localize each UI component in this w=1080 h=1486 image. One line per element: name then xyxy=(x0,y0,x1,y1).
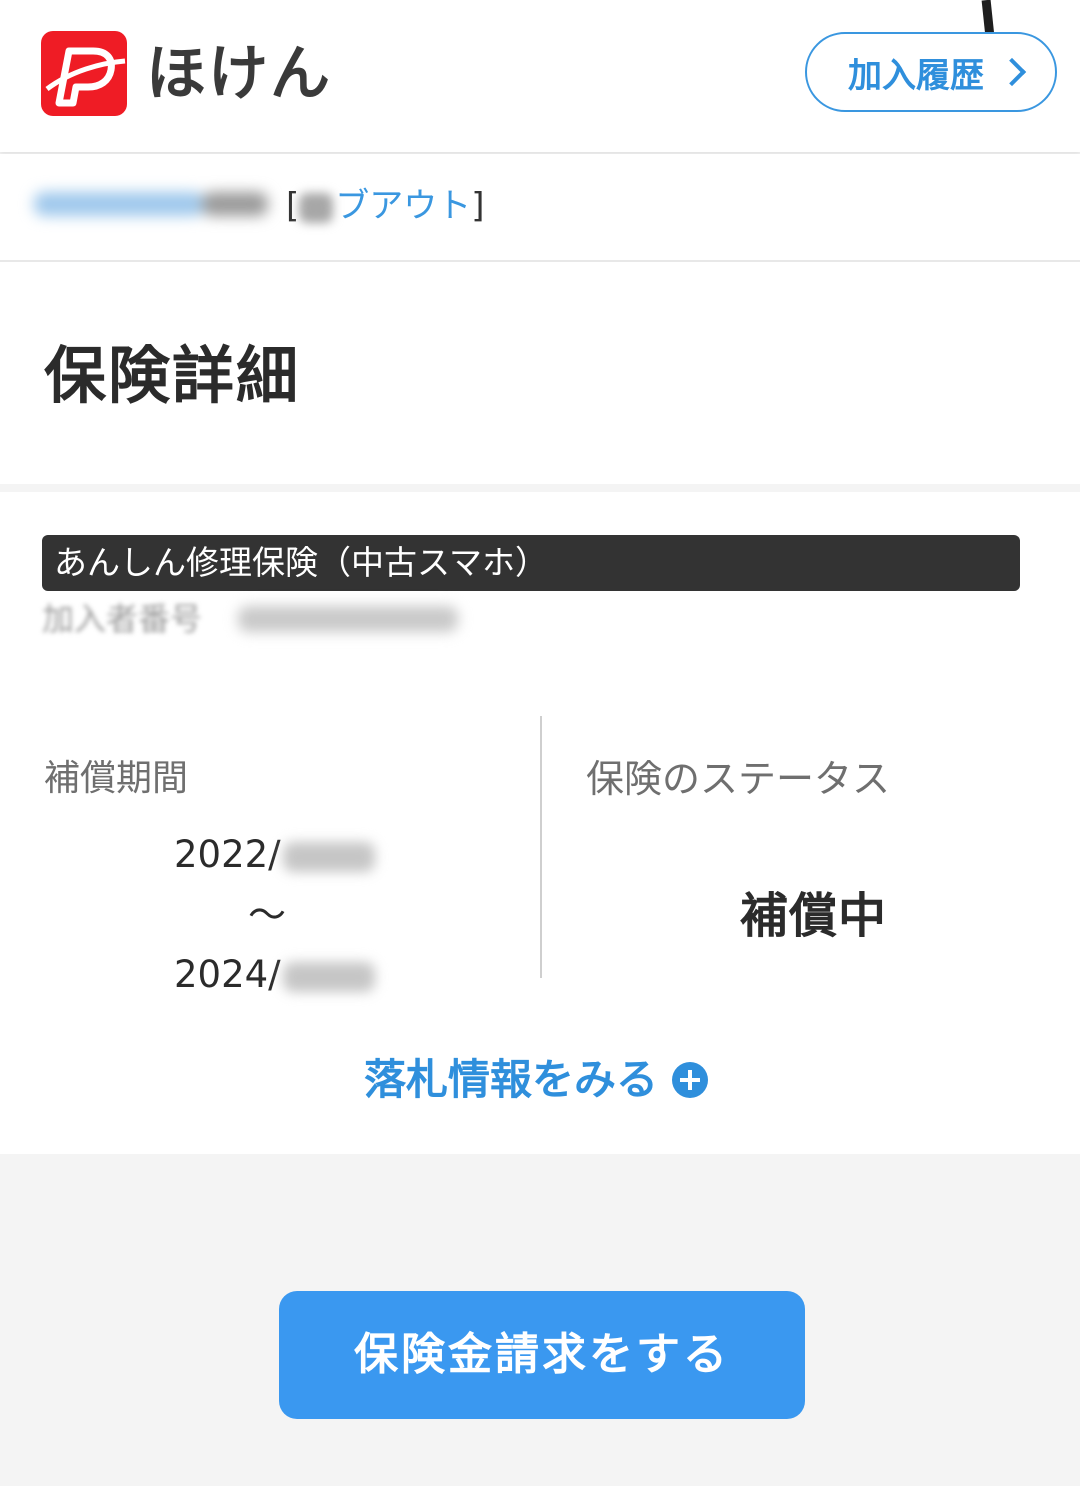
coverage-start-text: 2022/ xyxy=(174,833,281,876)
plus-circle-icon xyxy=(672,1062,709,1098)
claim-insurance-button[interactable]: 保険金請求をする xyxy=(279,1291,805,1419)
enrollment-history-label: 加入履歴 xyxy=(848,55,984,96)
redacted-text xyxy=(299,192,334,223)
plan-name-bar: あんしん修理保険（中古スマホ） xyxy=(42,535,1020,591)
app-logo-text: ほけん xyxy=(146,39,332,109)
chevron-right-icon xyxy=(997,57,1027,87)
policy-detail-card: あんしん修理保険（中古スマホ） 加入者番号 補償期間 2022/ 〜 2024/… xyxy=(0,492,1080,1154)
redacted-date xyxy=(282,841,375,872)
title-section: 保険詳細 xyxy=(0,262,1080,484)
coverage-period-label: 補償期間 xyxy=(44,758,189,799)
logout-bracket-close: ] xyxy=(471,186,485,226)
view-auction-info-link[interactable]: 落札情報をみる xyxy=(364,1052,709,1108)
member-number-label: 加入者番号 xyxy=(42,600,203,638)
coverage-period-separator: 〜 xyxy=(248,893,287,937)
page-title: 保険詳細 xyxy=(44,339,301,412)
member-number-row: 加入者番号 xyxy=(42,594,502,644)
user-account-redacted xyxy=(34,186,270,226)
coverage-end-date: 2024/ xyxy=(174,950,375,1000)
app-header: ほけん 加入履歴 xyxy=(0,0,1080,152)
view-auction-info-label: 落札情報をみる xyxy=(364,1055,659,1104)
logout-bracket-open: [ xyxy=(286,186,300,226)
logout-label: ブアウト xyxy=(335,186,472,226)
policy-status-value: 補償中 xyxy=(740,888,888,944)
coverage-end-text: 2024/ xyxy=(174,953,281,996)
redacted-date xyxy=(282,961,375,992)
column-divider xyxy=(540,716,542,978)
account-row: [ ブアウト] xyxy=(0,154,1080,262)
enrollment-history-button[interactable]: 加入履歴 xyxy=(805,32,1057,112)
policy-status-label: 保険のステータス xyxy=(586,757,891,801)
coverage-start-date: 2022/ xyxy=(174,830,375,880)
member-number-redacted xyxy=(238,606,458,632)
logout-link[interactable]: [ ブアウト] xyxy=(286,180,485,232)
paypay-logo-icon xyxy=(41,31,127,116)
